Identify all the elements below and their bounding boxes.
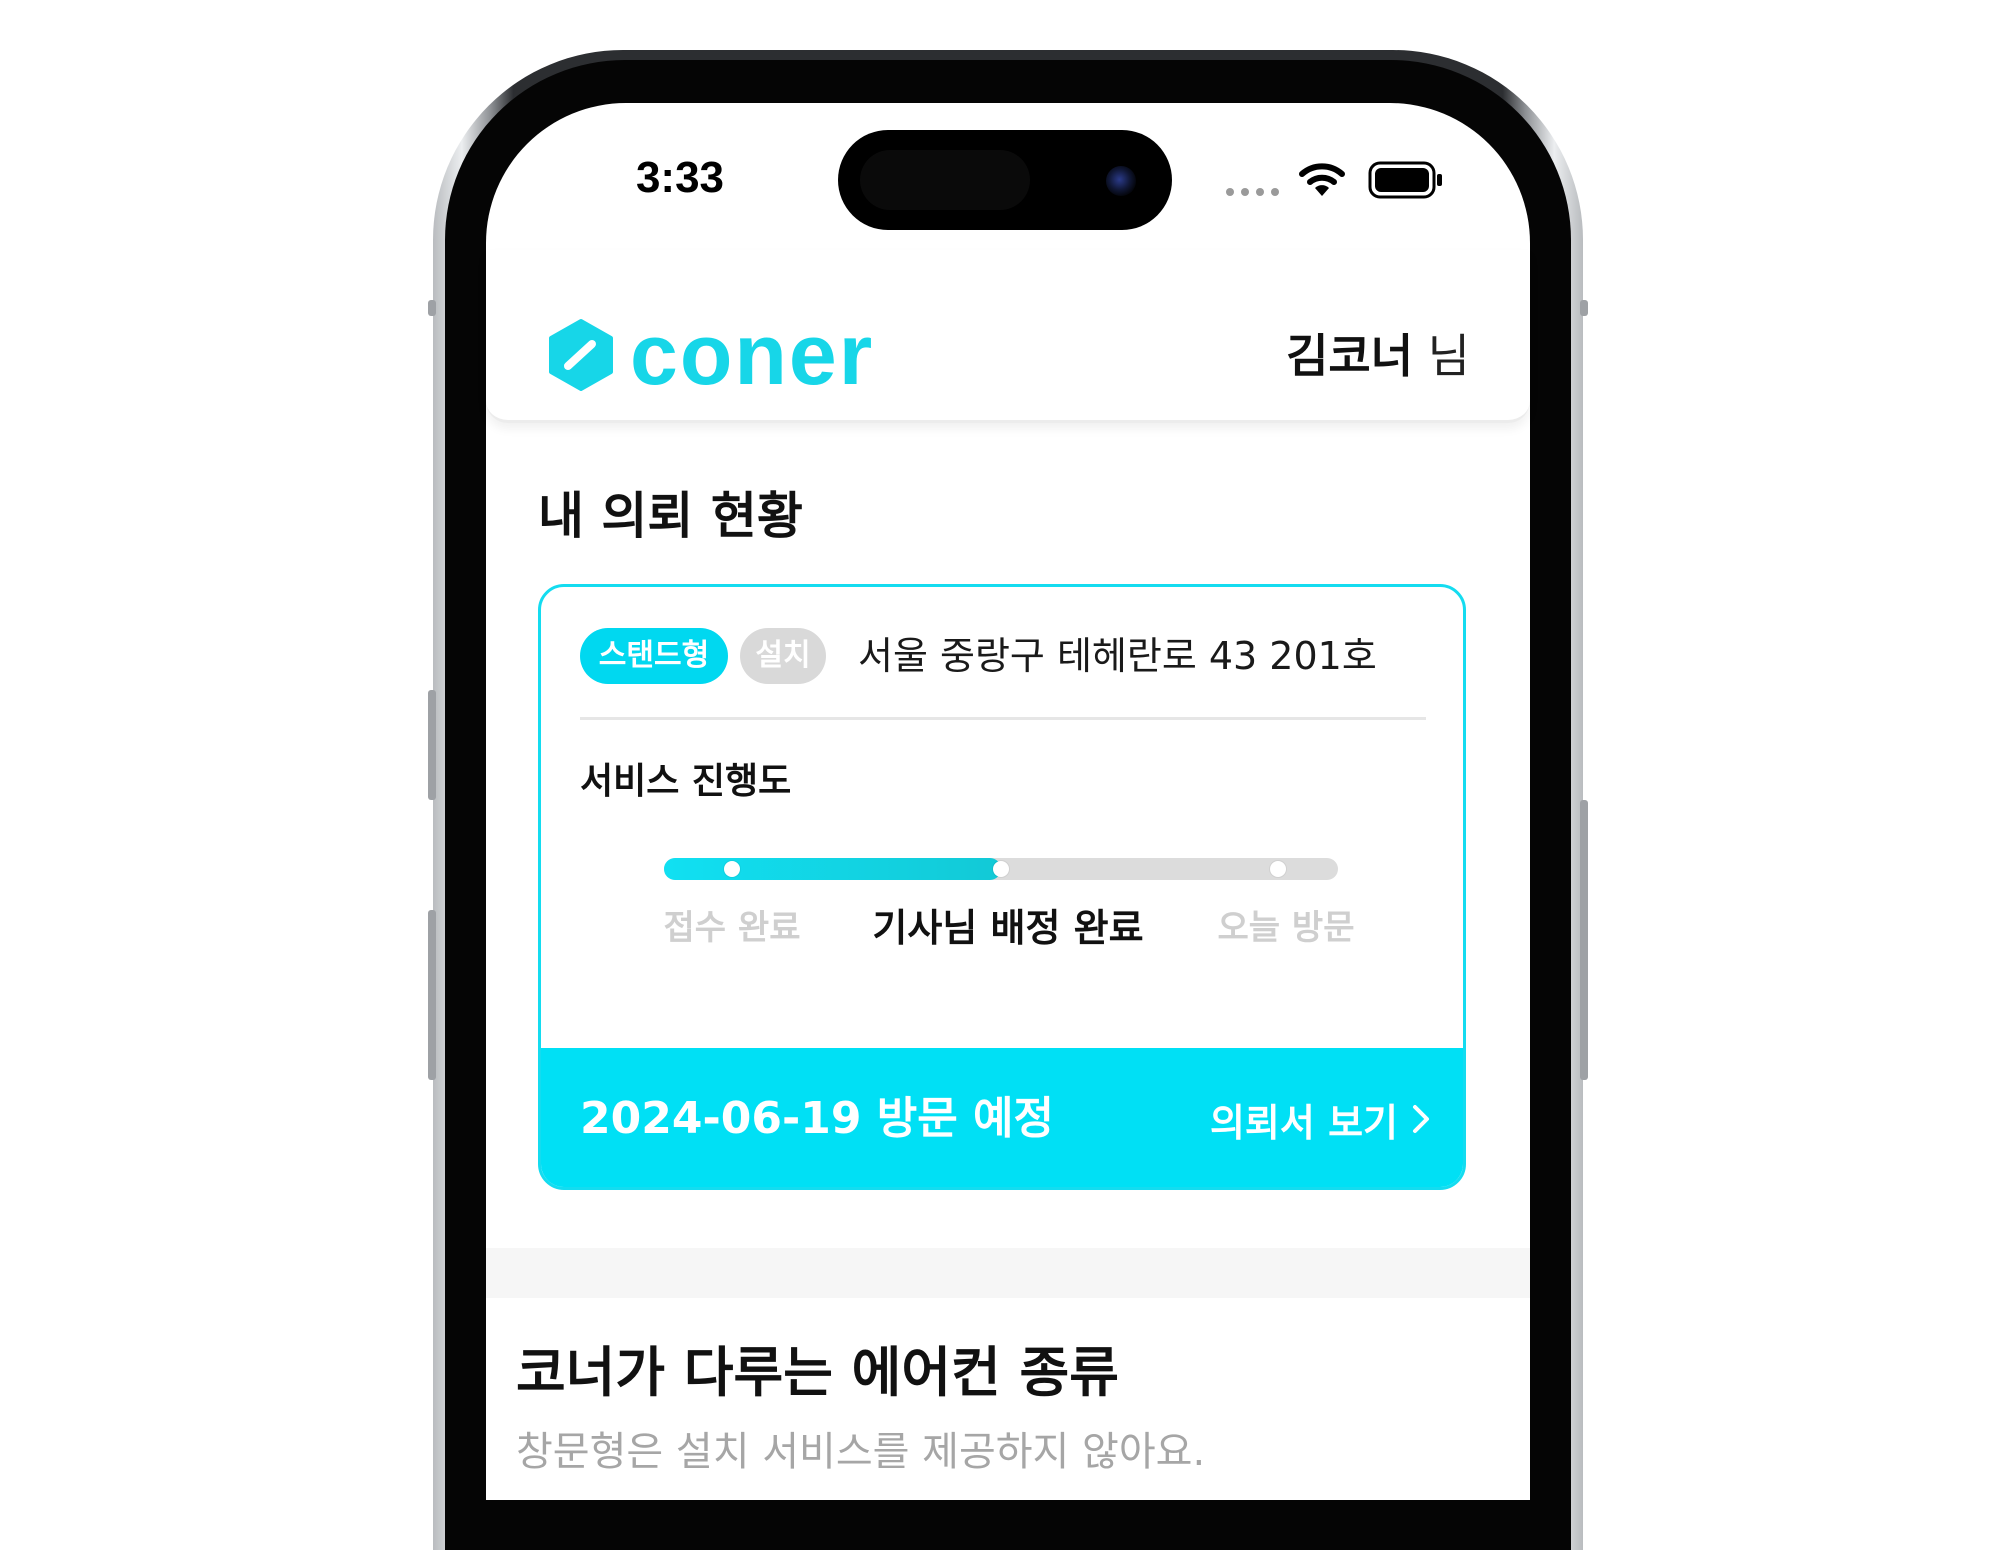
request-address: 서울 중랑구 테헤란로 43 201호 bbox=[858, 634, 1377, 678]
battery-icon bbox=[1368, 161, 1442, 199]
section-title-request-status: 내 의뢰 현황 bbox=[538, 487, 803, 545]
progress-title: 서비스 진행도 bbox=[580, 761, 792, 802]
visit-date: 2024-06-19 방문 예정 bbox=[580, 1093, 1055, 1144]
volume-down-button bbox=[428, 910, 436, 1080]
badge-service-type: 설치 bbox=[740, 628, 826, 684]
step-label-assigned: 기사님 배정 완료 bbox=[872, 906, 1144, 950]
coner-logo-icon[interactable] bbox=[546, 318, 616, 392]
camera-lens-icon bbox=[1106, 166, 1136, 196]
wifi-icon bbox=[1299, 163, 1345, 196]
chevron-right-icon bbox=[1413, 1105, 1429, 1133]
section-subtitle-aircon-types: 창문형은 설치 서비스를 제공하지 않아요. bbox=[516, 1429, 1206, 1475]
progress-fill bbox=[664, 858, 1001, 880]
step-label-visit-today: 오늘 방문 bbox=[1217, 908, 1355, 948]
island-sensor bbox=[860, 150, 1030, 210]
progress-step-dot bbox=[724, 861, 740, 877]
section-separator bbox=[486, 1248, 1530, 1298]
view-request-label: 의뢰서 보기 bbox=[1209, 1100, 1398, 1145]
progress-step-dot bbox=[1270, 861, 1286, 877]
user-greeting[interactable]: 김코너 님 bbox=[1230, 320, 1470, 392]
signal-dots-icon bbox=[1226, 188, 1280, 196]
section-title-aircon-types: 코너가 다루는 에어컨 종류 bbox=[516, 1341, 1119, 1404]
volume-up-button bbox=[428, 690, 436, 800]
action-button bbox=[428, 300, 436, 316]
step-label-received: 접수 완료 bbox=[663, 908, 801, 948]
view-request-button[interactable]: 의뢰서 보기 bbox=[1180, 1088, 1430, 1150]
status-time: 3:33 bbox=[635, 153, 725, 202]
user-honorific: 님 bbox=[1427, 329, 1470, 383]
side-button bbox=[1580, 800, 1588, 1080]
badge-aircon-type: 스탠드형 bbox=[580, 628, 728, 684]
app-logo[interactable]: coner bbox=[630, 310, 874, 400]
card-divider bbox=[580, 717, 1426, 720]
user-name: 김코너 bbox=[1286, 329, 1414, 383]
power-button bbox=[1580, 300, 1588, 316]
progress-step-dot bbox=[993, 861, 1009, 877]
